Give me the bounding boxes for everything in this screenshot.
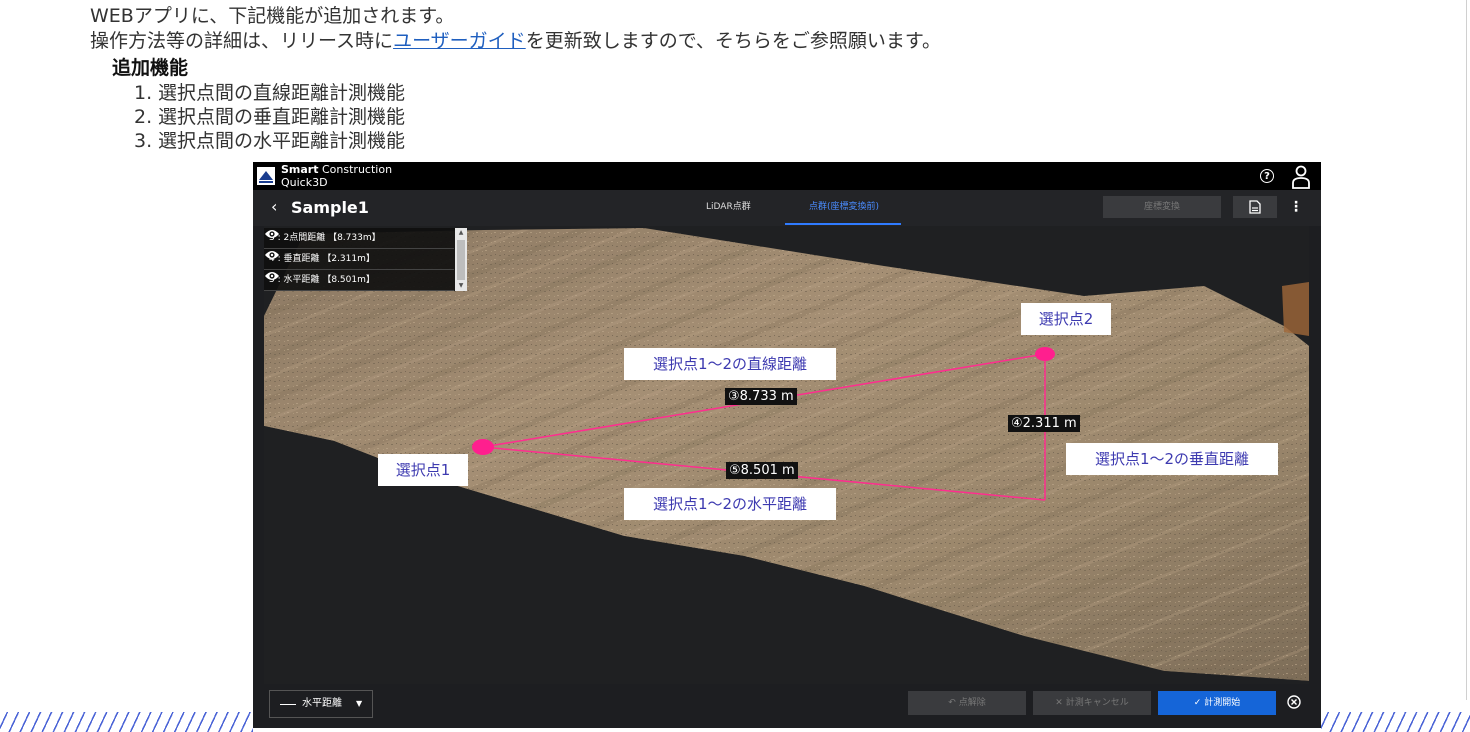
more-menu-icon[interactable]: ⋮ (1289, 198, 1303, 216)
feature-number: 1. (134, 82, 153, 104)
project-toolbar: ‹ Sample1 LiDAR点群 点群(座標変換前) 座標変換 ⋮ (253, 190, 1321, 226)
tab-lidar-point-cloud[interactable]: LiDAR点群 (706, 201, 751, 213)
measurement-mode-select[interactable]: 水平距離 ▼ (269, 690, 373, 718)
selected-point-2[interactable] (1035, 347, 1055, 361)
callout-straight-distance: 選択点1～2の直線距離 (624, 348, 836, 380)
back-arrow-icon[interactable]: ‹ (271, 198, 277, 216)
app-header: Smart Construction Quick3D ? (253, 162, 1321, 190)
decorative-hatch-left (0, 712, 253, 732)
product-name: Quick3D (281, 176, 328, 189)
horizontal-distance-label: ⑤8.501 m (726, 462, 798, 479)
callout-horizontal-distance: 選択点1～2の水平距離 (624, 488, 836, 520)
notice-text-after-link: を更新致しますので、そちらをご参照願います。 (525, 30, 942, 52)
visibility-eye-icon[interactable] (264, 270, 280, 282)
feature-item: 2. 選択点間の垂直距離計測機能 (134, 105, 405, 129)
point-cloud-viewer[interactable]: 3 : 2点間距離 【8.733m】 4 : 垂直距離 【2.311m】 5 :… (264, 226, 1309, 684)
selected-point-1[interactable] (472, 439, 494, 455)
brand-name: Smart Construction (281, 163, 393, 176)
horizontal-line-icon (280, 704, 296, 705)
undo-point-button[interactable]: ↶ 点解除 (908, 691, 1026, 715)
decorative-hatch-right (1321, 712, 1470, 732)
visibility-eye-icon[interactable] (264, 249, 280, 261)
distant-object (1282, 282, 1309, 336)
project-title: Sample1 (291, 198, 369, 217)
callout-point-2: 選択点2 (1021, 303, 1111, 335)
measurement-label: 5 : 水平距離 【8.501m】 (269, 275, 375, 285)
measurement-mode-label: 水平距離 (302, 698, 342, 709)
active-tab-indicator (785, 223, 901, 225)
straight-distance-label: ③8.733 m (725, 388, 797, 405)
feature-text: 選択点間の直線距離計測機能 (158, 82, 406, 104)
measurement-action-bar: 水平距離 ▼ ↶ 点解除 ✕ 計測キャンセル ✓ 計測開始 (253, 684, 1321, 728)
cancel-measurement-button[interactable]: ✕ 計測キャンセル (1033, 691, 1151, 715)
notice-text-before-link: 操作方法等の詳細は、リリース時に (90, 30, 394, 52)
notice-line-2: 操作方法等の詳細は、リリース時にユーザーガイドを更新致しますので、そちらをご参照… (90, 29, 941, 53)
measurement-row[interactable]: 5 : 水平距離 【8.501m】 (264, 270, 454, 291)
quick3d-app-window: Smart Construction Quick3D ? ‹ Sample1 L… (253, 162, 1321, 728)
coordinate-convert-button[interactable]: 座標変換 (1103, 196, 1221, 218)
visibility-eye-icon[interactable] (264, 228, 280, 240)
feature-text: 選択点間の水平距離計測機能 (158, 130, 406, 152)
tab-point-cloud-before-conversion[interactable]: 点群(座標変換前) (809, 201, 879, 213)
measurement-list-panel: 3 : 2点間距離 【8.733m】 4 : 垂直距離 【2.311m】 5 :… (264, 228, 467, 291)
measurement-row[interactable]: 3 : 2点間距離 【8.733m】 (264, 228, 454, 249)
close-circle-icon[interactable] (1287, 695, 1301, 709)
measurement-label: 4 : 垂直距離 【2.311m】 (269, 254, 375, 264)
vertical-distance-label: ④2.311 m (1008, 415, 1080, 432)
scroll-down-arrow-icon[interactable]: ▼ (455, 281, 467, 291)
feature-list: 1. 選択点間の直線距離計測機能 2. 選択点間の垂直距離計測機能 3. 選択点間の水… (134, 81, 405, 153)
page-edge-rule (1466, 0, 1467, 700)
report-button[interactable] (1233, 196, 1277, 218)
scrollbar-thumb[interactable] (457, 240, 465, 280)
notice-line-1: WEBアプリに、下記機能が追加されます。 (90, 5, 455, 27)
dropdown-caret-icon: ▼ (356, 699, 363, 708)
help-icon[interactable]: ? (1260, 169, 1274, 183)
smart-construction-logo-icon (257, 167, 275, 185)
callout-point-1: 選択点1 (378, 454, 468, 486)
document-icon (1249, 200, 1261, 214)
feature-number: 2. (134, 106, 153, 128)
measurement-list-scrollbar[interactable]: ▲ ▼ (455, 228, 467, 291)
callout-vertical-distance: 選択点1～2の垂直距離 (1066, 443, 1278, 475)
measurement-label: 3 : 2点間距離 【8.733m】 (269, 233, 381, 243)
measurement-row[interactable]: 4 : 垂直距離 【2.311m】 (264, 249, 454, 270)
start-measurement-button[interactable]: ✓ 計測開始 (1158, 691, 1276, 715)
features-heading: 追加機能 (112, 57, 189, 79)
feature-number: 3. (134, 130, 153, 152)
user-account-icon[interactable] (1291, 165, 1311, 189)
feature-text: 選択点間の垂直距離計測機能 (158, 106, 406, 128)
scroll-up-arrow-icon[interactable]: ▲ (455, 228, 467, 238)
feature-item: 3. 選択点間の水平距離計測機能 (134, 129, 405, 153)
user-guide-link[interactable]: ユーザーガイド (393, 30, 526, 52)
feature-item: 1. 選択点間の直線距離計測機能 (134, 81, 405, 105)
